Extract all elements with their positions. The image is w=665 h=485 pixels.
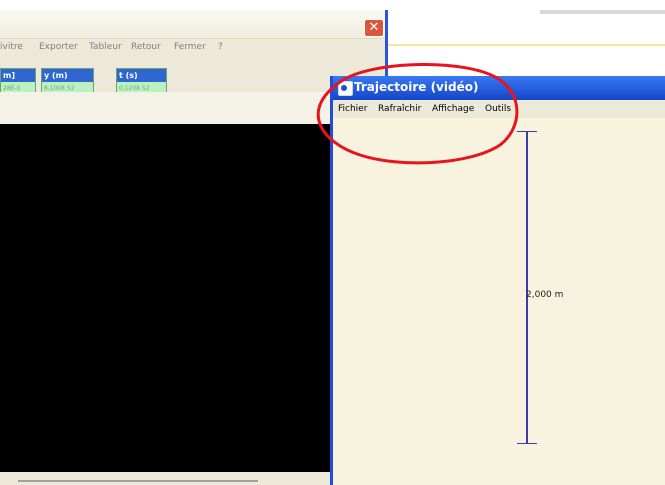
trajectory-window-titlebar[interactable]: Trajectoire (vidéo) (333, 76, 665, 100)
menu-item-affichage[interactable]: Affichage (432, 104, 474, 114)
menu-item-fenetre[interactable]: ivitre (0, 42, 23, 52)
field-t-header: t (s) (117, 69, 166, 82)
toolbar-panel (0, 92, 385, 124)
field-y-header: y (m) (42, 69, 93, 82)
app-window-icon (338, 81, 353, 96)
menu-item-help[interactable]: ? (218, 42, 223, 52)
horizontal-scrollbar[interactable] (18, 480, 258, 482)
close-button[interactable]: ✕ (364, 19, 384, 37)
trajectory-window: Trajectoire (vidéo) Fichier Rafraîchir A… (330, 76, 665, 485)
window-title: Trajectoire (vidéo) (354, 80, 479, 94)
menu-item-exporter[interactable]: Exporter (39, 42, 78, 52)
trajectory-menubar: Fichier Rafraîchir Affichage Outils (333, 100, 665, 118)
desktop-accent-line (388, 44, 665, 46)
scale-axis (526, 131, 528, 444)
scale-tick-bottom (517, 443, 537, 444)
menu-item-fichier[interactable]: Fichier (338, 104, 367, 114)
menu-item-fermer[interactable]: Fermer (174, 42, 206, 52)
menu-item-retour[interactable]: Retour (131, 42, 161, 52)
video-display[interactable] (0, 124, 330, 485)
desktop-divider (540, 10, 665, 14)
trajectory-plot[interactable]: 2,000 m (333, 118, 665, 485)
measurement-window-titlebar[interactable]: ✕ (0, 10, 385, 39)
scale-tick-top (517, 131, 537, 132)
close-icon: ✕ (368, 20, 380, 35)
menu-item-tableur[interactable]: Tableur (89, 42, 122, 52)
scale-label: 2,000 m (526, 290, 564, 300)
menu-item-outils[interactable]: Outils (485, 104, 511, 114)
field-x-header: m] (1, 69, 35, 82)
desktop-background (388, 0, 665, 60)
menu-item-rafraichir[interactable]: Rafraîchir (378, 104, 421, 114)
bottom-bar (0, 472, 330, 485)
